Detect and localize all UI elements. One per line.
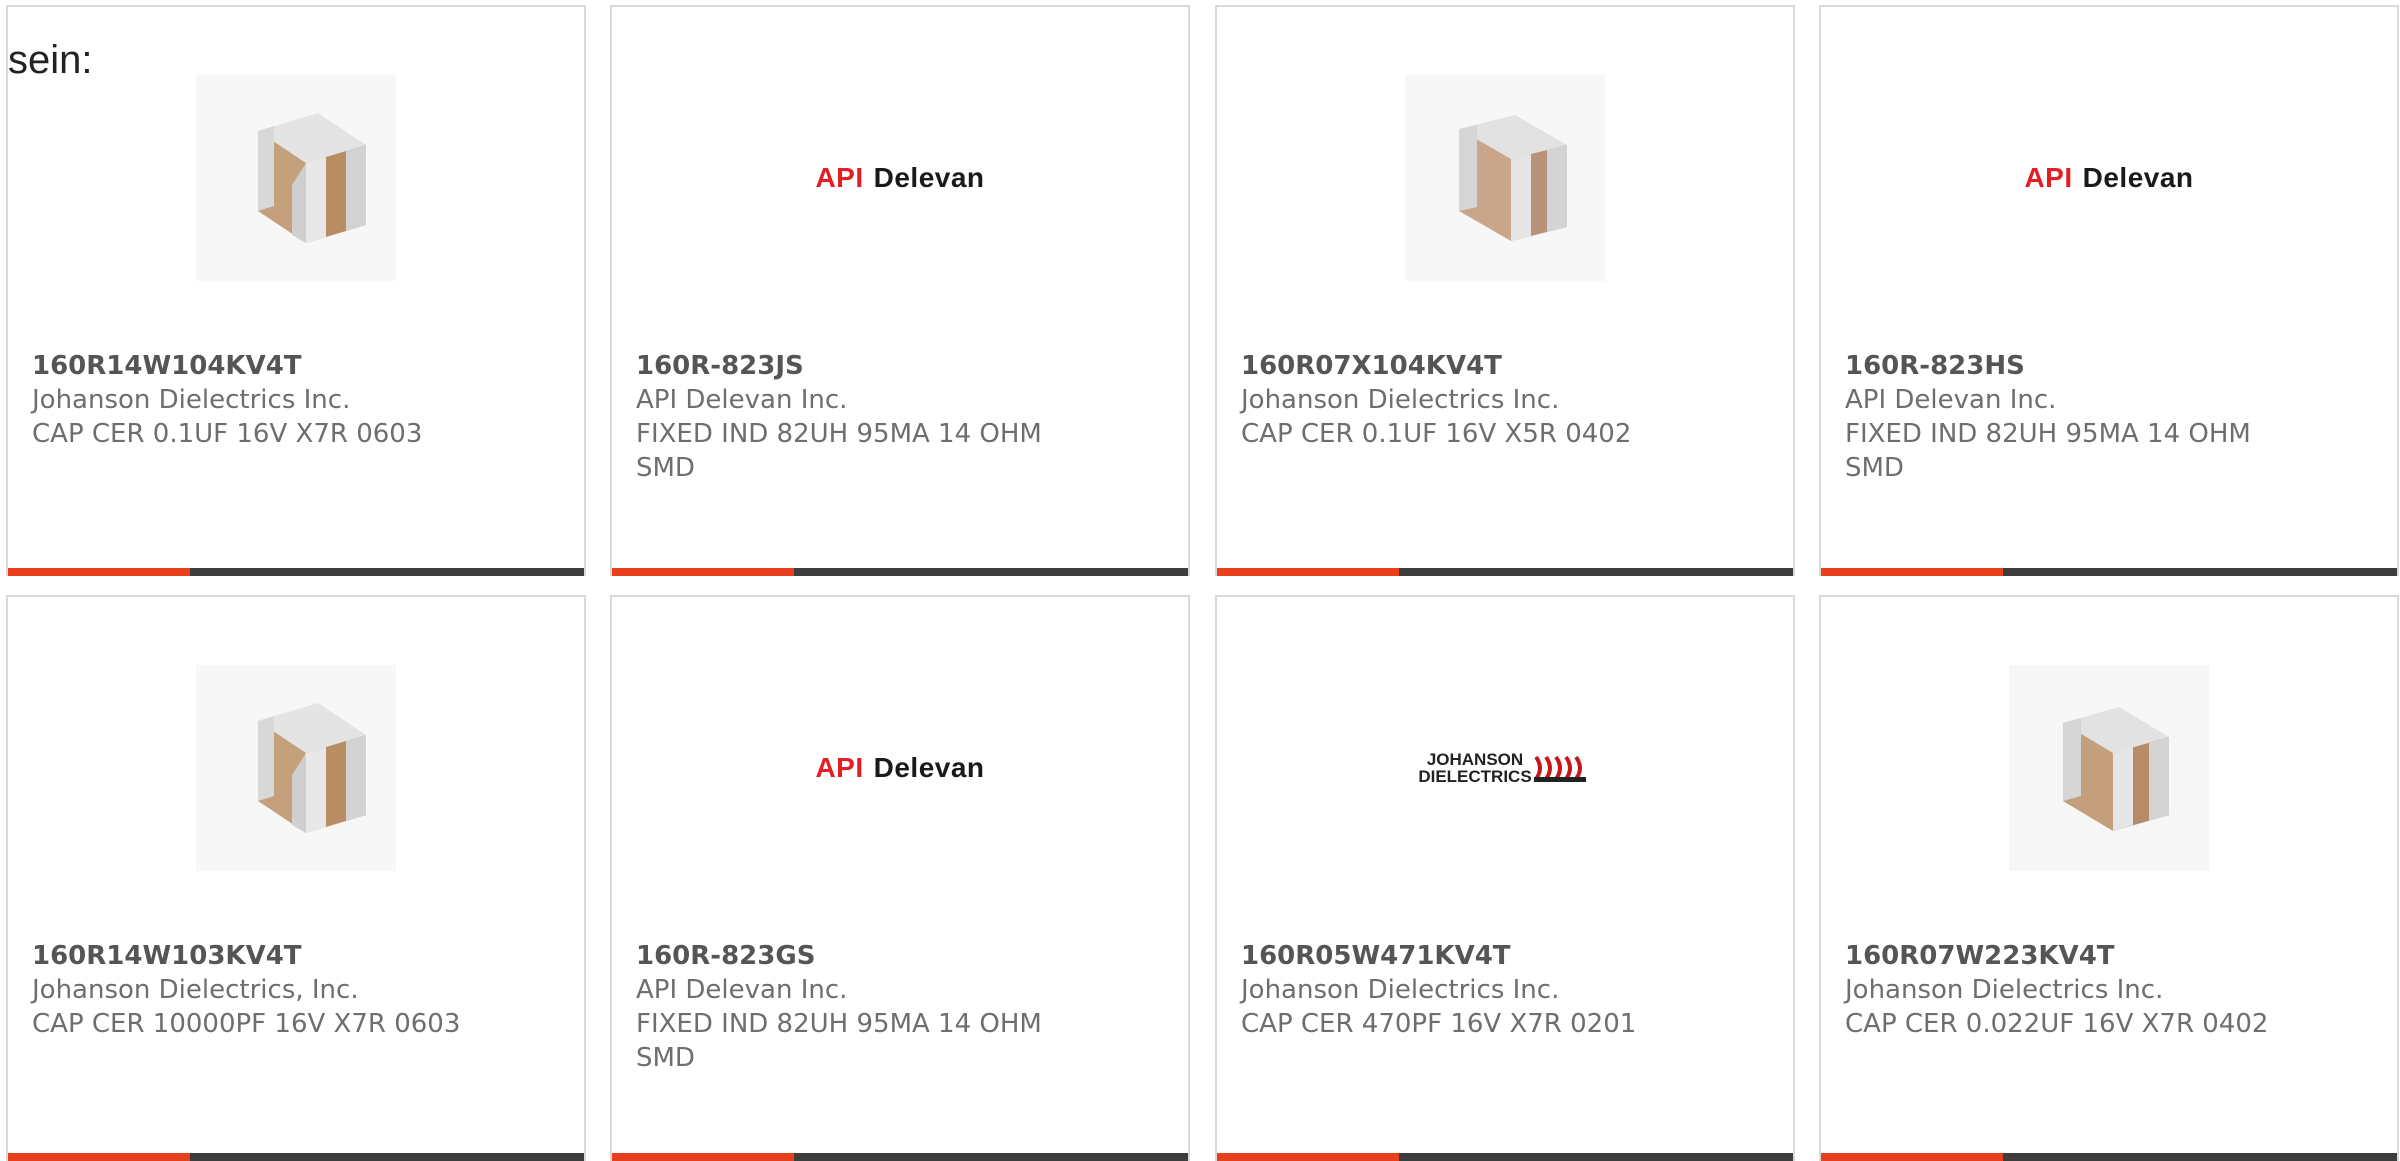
johanson-dielectrics-logo: JOHANSON DIELECTRICS bbox=[1418, 751, 1591, 785]
product-card[interactable]: 160R07W223KV4T Johanson Dielectrics Inc.… bbox=[1819, 595, 2399, 1161]
card-accent-bar bbox=[1821, 1153, 2003, 1161]
manufacturer: API Delevan Inc. bbox=[636, 385, 848, 415]
card-accent-bar bbox=[8, 1153, 190, 1161]
capacitor-chip-icon bbox=[196, 75, 396, 281]
description: CAP CER 470PF 16V X7R 0201 bbox=[1241, 1009, 1637, 1039]
manufacturer: Johanson Dielectrics Inc. bbox=[32, 385, 351, 415]
card-accent-bar bbox=[1217, 1153, 1399, 1161]
product-image[interactable]: JOHANSON DIELECTRICS bbox=[1217, 665, 1793, 871]
capacitor-chip-icon bbox=[196, 665, 396, 871]
card-bottom-bar bbox=[8, 1153, 584, 1161]
manufacturer: Johanson Dielectrics Inc. bbox=[1845, 975, 2164, 1005]
product-card[interactable]: JOHANSON DIELECTRICS 160R05W471KV4T Johan… bbox=[1215, 595, 1795, 1161]
description: FIXED IND 82UH 95MA 14 OHM SMD bbox=[636, 419, 1042, 483]
product-image[interactable] bbox=[8, 75, 584, 281]
part-number[interactable]: 160R-823HS bbox=[1845, 349, 2315, 383]
card-accent-bar bbox=[612, 1153, 794, 1161]
manufacturer: Johanson Dielectrics Inc. bbox=[1241, 385, 1560, 415]
part-number[interactable]: 160R14W103KV4T bbox=[32, 939, 502, 973]
product-info: 160R14W104KV4T Johanson Dielectrics Inc.… bbox=[32, 349, 502, 451]
card-bottom-bar bbox=[1217, 1153, 1793, 1161]
capacitor-chip-icon bbox=[1405, 75, 1605, 281]
product-image[interactable] bbox=[1217, 75, 1793, 281]
card-accent-bar bbox=[1217, 568, 1399, 576]
product-image[interactable]: API Delevan bbox=[612, 75, 1188, 281]
product-card[interactable]: API Delevan 160R-823HS API Delevan Inc. F… bbox=[1819, 5, 2399, 576]
product-image[interactable] bbox=[1821, 665, 2397, 871]
johanson-stripes-icon bbox=[1533, 755, 1586, 782]
product-grid-page: sein: 160R14W104KV4T Johanson Dielectric… bbox=[0, 0, 2400, 1161]
manufacturer: Johanson Dielectrics, Inc. bbox=[32, 975, 359, 1005]
product-info: 160R14W103KV4T Johanson Dielectrics, Inc… bbox=[32, 939, 502, 1041]
card-bottom-bar bbox=[612, 568, 1188, 576]
lead-text: sein: bbox=[8, 38, 93, 82]
part-number[interactable]: 160R-823GS bbox=[636, 939, 1106, 973]
manufacturer: API Delevan Inc. bbox=[1845, 385, 2057, 415]
product-info: 160R-823JS API Delevan Inc. FIXED IND 82… bbox=[636, 349, 1106, 485]
product-info: 160R07W223KV4T Johanson Dielectrics Inc.… bbox=[1845, 939, 2315, 1041]
card-bottom-bar bbox=[1217, 568, 1793, 576]
api-delevan-logo: API Delevan bbox=[815, 162, 985, 193]
part-number[interactable]: 160R14W104KV4T bbox=[32, 349, 502, 383]
description: FIXED IND 82UH 95MA 14 OHM SMD bbox=[636, 1009, 1042, 1073]
product-image[interactable] bbox=[8, 665, 584, 871]
part-number[interactable]: 160R07X104KV4T bbox=[1241, 349, 1711, 383]
product-card[interactable]: 160R14W103KV4T Johanson Dielectrics, Inc… bbox=[6, 595, 586, 1161]
card-bottom-bar bbox=[612, 1153, 1188, 1161]
description: CAP CER 0.1UF 16V X5R 0402 bbox=[1241, 419, 1632, 449]
description: CAP CER 0.1UF 16V X7R 0603 bbox=[32, 419, 423, 449]
card-accent-bar bbox=[1821, 568, 2003, 576]
description: FIXED IND 82UH 95MA 14 OHM SMD bbox=[1845, 419, 2251, 483]
product-card[interactable]: 160R14W104KV4T Johanson Dielectrics Inc.… bbox=[6, 5, 586, 576]
manufacturer: Johanson Dielectrics Inc. bbox=[1241, 975, 1560, 1005]
card-bottom-bar bbox=[1821, 568, 2397, 576]
description: CAP CER 10000PF 16V X7R 0603 bbox=[32, 1009, 461, 1039]
part-number[interactable]: 160R07W223KV4T bbox=[1845, 939, 2315, 973]
part-number[interactable]: 160R05W471KV4T bbox=[1241, 939, 1711, 973]
manufacturer: API Delevan Inc. bbox=[636, 975, 848, 1005]
description: CAP CER 0.022UF 16V X7R 0402 bbox=[1845, 1009, 2269, 1039]
card-bottom-bar bbox=[8, 568, 584, 576]
product-info: 160R-823HS API Delevan Inc. FIXED IND 82… bbox=[1845, 349, 2315, 485]
card-accent-bar bbox=[612, 568, 794, 576]
product-image[interactable]: API Delevan bbox=[612, 665, 1188, 871]
product-info: 160R05W471KV4T Johanson Dielectrics Inc.… bbox=[1241, 939, 1711, 1041]
product-card[interactable]: API Delevan 160R-823GS API Delevan Inc. F… bbox=[610, 595, 1190, 1161]
product-card[interactable]: API Delevan 160R-823JS API Delevan Inc. F… bbox=[610, 5, 1190, 576]
product-info: 160R-823GS API Delevan Inc. FIXED IND 82… bbox=[636, 939, 1106, 1075]
part-number[interactable]: 160R-823JS bbox=[636, 349, 1106, 383]
product-info: 160R07X104KV4T Johanson Dielectrics Inc.… bbox=[1241, 349, 1711, 451]
product-image[interactable]: API Delevan bbox=[1821, 75, 2397, 281]
capacitor-chip-icon bbox=[2009, 665, 2209, 871]
product-card[interactable]: 160R07X104KV4T Johanson Dielectrics Inc.… bbox=[1215, 5, 1795, 576]
card-accent-bar bbox=[8, 568, 190, 576]
api-delevan-logo: API Delevan bbox=[2024, 162, 2194, 193]
card-bottom-bar bbox=[1821, 1153, 2397, 1161]
api-delevan-logo: API Delevan bbox=[815, 752, 985, 783]
